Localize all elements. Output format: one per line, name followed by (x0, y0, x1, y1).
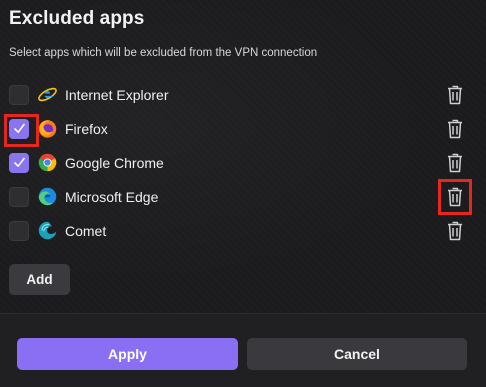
edge-icon (38, 187, 57, 206)
delete-google-chrome-icon[interactable] (447, 153, 463, 173)
chrome-icon (38, 153, 57, 172)
checkbox-microsoft-edge[interactable] (9, 187, 29, 207)
app-label-microsoft-edge: Microsoft Edge (65, 189, 159, 205)
app-row-internet-explorer: Internet Explorer (0, 78, 486, 112)
page-subtitle: Select apps which will be excluded from … (9, 47, 318, 59)
app-label-comet: Comet (65, 223, 107, 239)
internet-explorer-icon (38, 87, 57, 102)
delete-firefox-icon[interactable] (447, 119, 463, 139)
checkbox-comet[interactable] (9, 221, 29, 241)
dialog-footer: Apply Cancel (0, 313, 486, 387)
checkbox-firefox[interactable] (9, 119, 29, 139)
apply-button[interactable]: Apply (17, 338, 238, 370)
check-icon (14, 123, 25, 133)
app-row-comet: Comet (0, 214, 486, 248)
app-row-microsoft-edge: Microsoft Edge (0, 180, 486, 214)
add-button[interactable]: Add (9, 264, 70, 295)
firefox-icon (38, 120, 57, 138)
page-title: Excluded apps (9, 8, 145, 29)
delete-internet-explorer-icon[interactable] (447, 85, 463, 105)
cancel-button[interactable]: Cancel (247, 338, 467, 370)
checkbox-google-chrome[interactable] (9, 153, 29, 173)
comet-icon (38, 221, 57, 240)
excluded-apps-panel: Excluded apps Select apps which will be … (0, 0, 486, 313)
delete-microsoft-edge-icon[interactable] (447, 187, 463, 207)
app-label-firefox: Firefox (65, 121, 108, 137)
app-label-internet-explorer: Internet Explorer (65, 87, 169, 103)
checkbox-internet-explorer[interactable] (9, 85, 29, 105)
check-icon (14, 157, 25, 167)
app-label-google-chrome: Google Chrome (65, 155, 164, 171)
app-row-google-chrome: Google Chrome (0, 146, 486, 180)
delete-comet-icon[interactable] (447, 221, 463, 241)
app-row-firefox: Firefox (0, 112, 486, 146)
